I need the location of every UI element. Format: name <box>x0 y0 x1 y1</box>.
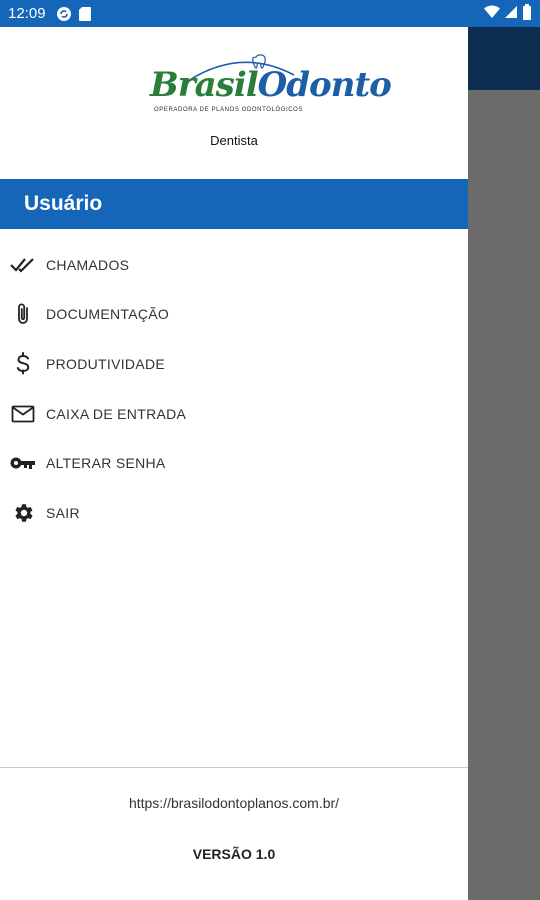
battery-icon <box>522 3 532 24</box>
menu-item-label: ALTERAR SENHA <box>46 455 166 472</box>
app-toolbar-behind <box>468 27 540 90</box>
logo-brasil: Brasil <box>150 65 259 105</box>
logo-odonto: Odonto <box>257 65 392 105</box>
navigation-drawer: BrasilOdonto OPERADORA DE PLANOS ODONTOL… <box>0 27 468 900</box>
signal-icon <box>504 5 518 23</box>
logo-wordmark: BrasilOdonto <box>150 65 392 105</box>
drawer-header: BrasilOdonto OPERADORA DE PLANOS ODONTOL… <box>0 27 468 179</box>
section-title: Usuário <box>24 192 103 215</box>
status-right-icons <box>484 3 532 24</box>
drawer-menu: CHAMADOS DOCUMENTAÇÃO PRODUTIVIDADE CAIX… <box>0 240 468 538</box>
sync-icon <box>56 6 72 22</box>
logo-tagline: OPERADORA DE PLANOS ODONTOLÓGICOS <box>154 107 304 113</box>
double-check-icon <box>10 252 36 278</box>
section-header-usuario: Usuário <box>0 179 468 229</box>
user-role: Dentista <box>210 133 258 148</box>
menu-item-chamados[interactable]: CHAMADOS <box>0 240 468 290</box>
status-time: 12:09 <box>8 5 46 22</box>
sd-card-icon <box>78 6 94 22</box>
menu-item-produtividade[interactable]: PRODUTIVIDADE <box>0 339 468 389</box>
app-version: VERSÃO 1.0 <box>192 846 276 862</box>
menu-item-sair[interactable]: SAIR <box>0 488 468 538</box>
brasil-odonto-logo: BrasilOdonto OPERADORA DE PLANOS ODONTOL… <box>150 53 392 119</box>
gear-icon <box>10 500 36 526</box>
paperclip-icon <box>10 301 36 327</box>
menu-item-label: SAIR <box>46 504 80 521</box>
status-bar: 12:09 <box>0 0 540 27</box>
drawer-scrim[interactable] <box>468 27 540 900</box>
wifi-icon <box>484 4 500 23</box>
menu-item-label: CHAMADOS <box>46 256 130 273</box>
mail-icon <box>10 401 36 427</box>
key-icon <box>10 450 36 476</box>
footer-divider <box>0 767 468 768</box>
dollar-icon <box>10 351 36 377</box>
menu-item-caixa-de-entrada[interactable]: CAIXA DE ENTRADA <box>0 389 468 439</box>
menu-item-alterar-senha[interactable]: ALTERAR SENHA <box>0 438 468 488</box>
website-link[interactable]: https://brasilodontoplanos.com.br/ <box>0 795 468 811</box>
menu-item-label: CAIXA DE ENTRADA <box>46 405 187 422</box>
menu-item-label: PRODUTIVIDADE <box>46 355 166 372</box>
menu-item-documentacao[interactable]: DOCUMENTAÇÃO <box>0 290 468 340</box>
menu-item-label: DOCUMENTAÇÃO <box>46 306 170 323</box>
